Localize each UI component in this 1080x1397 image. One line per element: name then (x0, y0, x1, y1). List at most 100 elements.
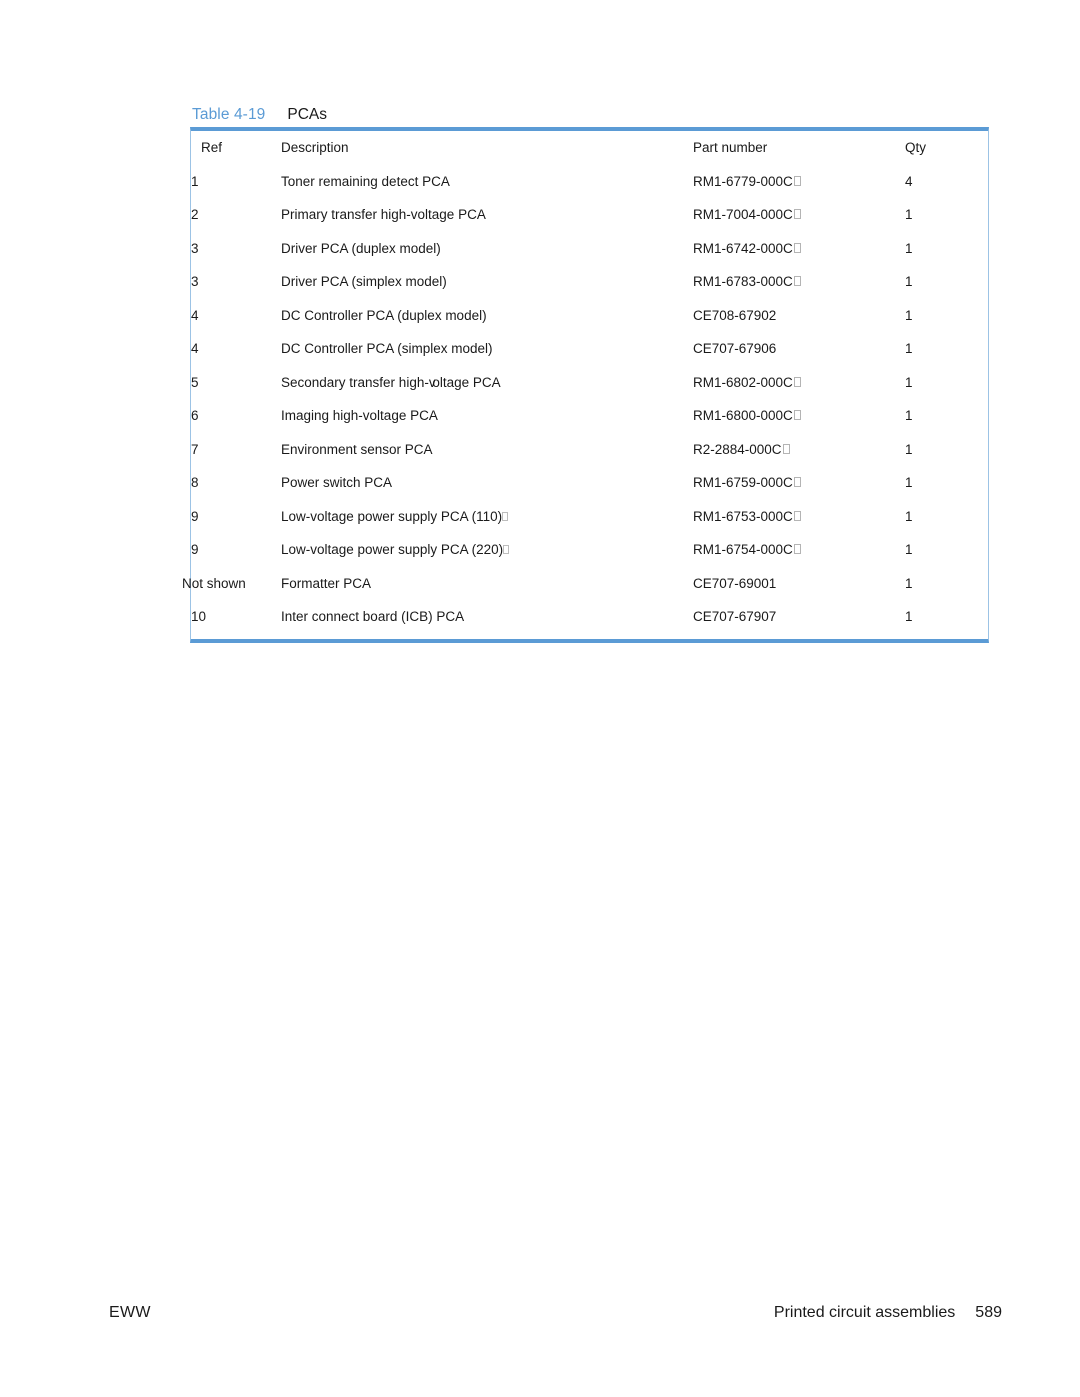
missing-glyph-box-icon (793, 510, 801, 521)
part-number-value: RM1-6802-000C (693, 374, 793, 390)
cell-part-number: RM1-7004-000C (693, 198, 905, 232)
description-value: Secondary transfer high-voltage PCA (281, 374, 501, 390)
missing-glyph-box-icon (793, 477, 801, 487)
ref-value: 9 (191, 542, 199, 557)
missing-glyph-box-icon (793, 376, 801, 387)
cell-ref: 1 (191, 165, 281, 199)
cell-description: Power switch PCA (281, 466, 693, 500)
cell-qty: 1 (905, 299, 988, 333)
kerning-artifact: v (428, 374, 435, 390)
cell-ref: 6 (191, 399, 281, 433)
column-header-part-number: Part number (693, 140, 768, 155)
cell-part-number: RM1-6800-000C (693, 399, 905, 433)
missing-glyph-box-icon (793, 544, 801, 554)
table-row: 10 Inter connect board (ICB) PCA CE707-679… (191, 600, 988, 634)
qty-value: 4 (905, 173, 913, 189)
cell-description: Low-voltage power supply PCA (220) (281, 533, 693, 567)
column-header-ref: Ref (201, 140, 223, 155)
ref-value: 3 (191, 240, 199, 256)
description-value: Toner remaining detect PCA (281, 173, 450, 189)
description-value: Low-voltage power supply PCA (220) (281, 542, 504, 557)
description-value: Formatter PCA (281, 575, 372, 591)
description-value: Primary transfer high-voltage PCA (281, 207, 486, 222)
cell-qty: 1 (905, 198, 988, 232)
missing-glyph-box-icon (793, 276, 801, 286)
description-value: DC Controller PCA (duplex model) (281, 307, 487, 323)
cell-ref: 9 (191, 533, 281, 567)
cell-description: Secondary transfer high-voltage PCA (281, 366, 693, 400)
ref-value: 4 (191, 307, 199, 323)
cell-description: Inter connect board (ICB) PCA (281, 600, 693, 634)
cell-qty: 1 (905, 567, 988, 601)
cell-ref: 3 (191, 232, 281, 266)
cell-description: DC Controller PCA (duplex model) (281, 299, 693, 333)
qty-value: 1 (905, 508, 913, 524)
qty-value: 1 (905, 575, 913, 591)
cell-part-number: RM1-6759-000C (693, 466, 905, 500)
cell-qty: 1 (905, 500, 988, 534)
ref-value: 10 (191, 609, 207, 624)
missing-glyph-box-icon (793, 175, 801, 186)
table-row: 7 Environment sensor PCA R2-2884-000C 1 (191, 433, 988, 467)
cell-part-number: RM1-6779-000C (693, 165, 905, 199)
column-header-qty: Qty (905, 140, 927, 155)
table-caption: Table 4-19 PCAs (192, 105, 327, 125)
description-value: Inter connect board (ICB) PCA (281, 609, 465, 624)
ref-value: 7 (191, 441, 199, 457)
missing-glyph-box-icon (782, 443, 790, 454)
cell-part-number: RM1-6802-000C (693, 366, 905, 400)
description-value: Imaging high-voltage PCA (281, 408, 438, 423)
table-header: Ref Description Part number Qty (191, 131, 988, 165)
part-number-value: RM1-6742-000C (693, 240, 793, 256)
cell-description: Driver PCA (duplex model) (281, 232, 693, 266)
document-page: Table 4-19 PCAs Ref Description Part numb… (0, 0, 1080, 1397)
part-number-value: RM1-6753-000C (693, 508, 793, 524)
missing-glyph-box-icon (793, 410, 801, 420)
part-number-value: RM1-6754-000C (693, 542, 793, 557)
cell-description: Environment sensor PCA (281, 433, 693, 467)
cell-ref: 7 (191, 433, 281, 467)
ref-value: 2 (191, 207, 199, 222)
cell-qty: 1 (905, 533, 988, 567)
cell-ref: 2 (191, 198, 281, 232)
table-row: 4 DC Controller PCA (duplex model) CE708-6… (191, 299, 988, 333)
part-number-value: RM1-7004-000C (693, 207, 793, 222)
part-number-value: RM1-6779-000C (693, 173, 793, 189)
description-value: Low-voltage power supply PCA (110) (281, 508, 503, 524)
cell-ref: Not shown (182, 567, 281, 601)
cell-ref: 4 (191, 299, 281, 333)
qty-value: 1 (905, 408, 913, 423)
missing-glyph-box-icon (793, 209, 801, 219)
qty-value: 1 (905, 341, 913, 356)
cell-part-number: RM1-6753-000C (693, 500, 905, 534)
table-row: 9 Low-voltage power supply PCA (220) RM1-6… (191, 533, 988, 567)
part-number-value: RM1-6800-000C (693, 408, 793, 423)
cell-part-number: CE708-67902 (693, 299, 905, 333)
table-row: 8 Power switch PCA RM1-6759-000C 1 (191, 466, 988, 500)
ref-value: 6 (191, 408, 199, 423)
cell-part-number: RM1-6783-000C (693, 265, 905, 299)
table-row: 6 Imaging high-voltage PCA RM1-6800-000C 1 (191, 399, 988, 433)
description-value: Driver PCA (duplex model) (281, 240, 441, 256)
cell-description: DC Controller PCA (simplex model) (281, 332, 693, 366)
ref-value: 8 (191, 475, 199, 490)
cell-qty: 1 (905, 466, 988, 500)
cell-qty: 1 (905, 399, 988, 433)
ref-value: 1 (191, 173, 199, 189)
table-caption-label: Table 4-19 (192, 106, 266, 123)
cell-part-number: CE707-67907 (693, 600, 905, 634)
footer-left-label: EWW (109, 1304, 151, 1321)
cell-ref: 5 (191, 366, 281, 400)
footer-section-title: Printed circuit assemblies (773, 1304, 956, 1321)
ref-value: 4 (191, 341, 199, 356)
cell-ref: 8 (191, 466, 281, 500)
table-row: Not shown Formatter PCA CE707-69001 1 (182, 567, 988, 601)
cell-part-number: CE707-67906 (693, 332, 905, 366)
cell-qty: 1 (905, 433, 988, 467)
table-row: 1 Toner remaining detect PCA RM1-6779-000C… (191, 165, 988, 199)
qty-value: 1 (905, 240, 913, 256)
cell-description: Toner remaining detect PCA (281, 165, 693, 199)
part-number-value: CE707-69001 (693, 575, 777, 591)
cell-ref: 4 (191, 332, 281, 366)
cell-part-number: RM1-6742-000C (693, 232, 905, 266)
